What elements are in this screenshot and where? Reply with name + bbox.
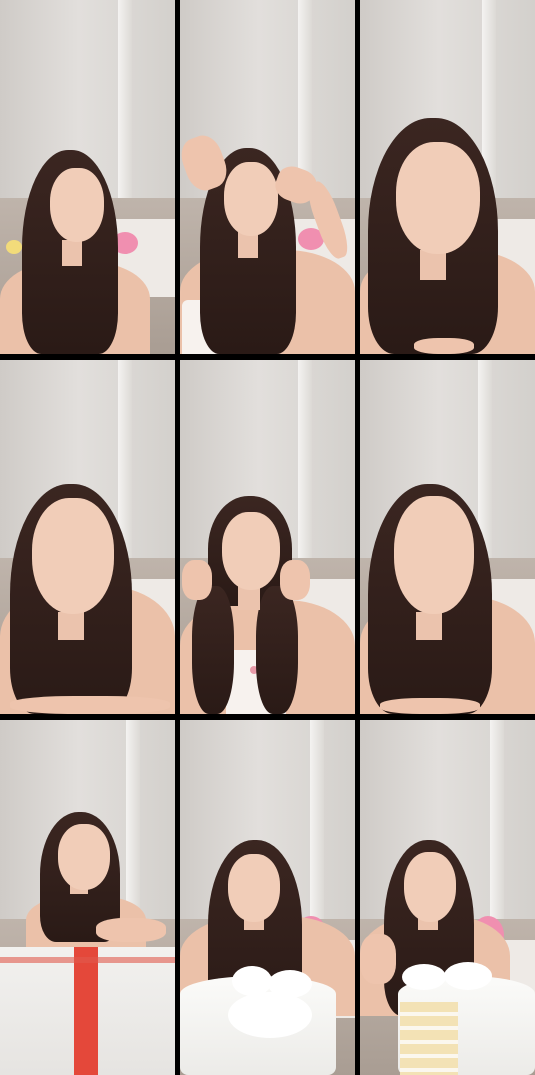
frame-3 — [360, 0, 535, 354]
yellow-toy — [6, 240, 22, 254]
hand — [360, 934, 396, 984]
cake-decoration — [228, 992, 312, 1038]
arm — [10, 696, 170, 714]
wall-pillar — [310, 720, 324, 941]
video-frame-grid — [0, 0, 535, 1075]
frame-7 — [0, 720, 175, 1075]
cake-decoration — [444, 962, 492, 990]
hand — [414, 338, 474, 354]
wall-pillar — [298, 360, 312, 580]
frame-2 — [180, 0, 355, 354]
hand — [380, 698, 480, 714]
frame-6 — [360, 360, 535, 714]
gift-ribbon — [0, 957, 175, 963]
wall-pillar — [490, 720, 504, 941]
gift-box — [0, 947, 175, 1075]
frame-4 — [0, 360, 175, 714]
frame-8 — [180, 720, 355, 1075]
wall-pillar — [118, 0, 132, 220]
gift-ribbon — [73, 947, 98, 1075]
frame-1 — [0, 0, 175, 354]
cake-cut-section — [400, 1002, 458, 1075]
frame-5 — [180, 360, 355, 714]
hand — [182, 560, 212, 600]
cake-decoration — [402, 964, 446, 990]
frame-9 — [360, 720, 535, 1075]
hand — [96, 918, 166, 942]
hand — [280, 560, 310, 600]
